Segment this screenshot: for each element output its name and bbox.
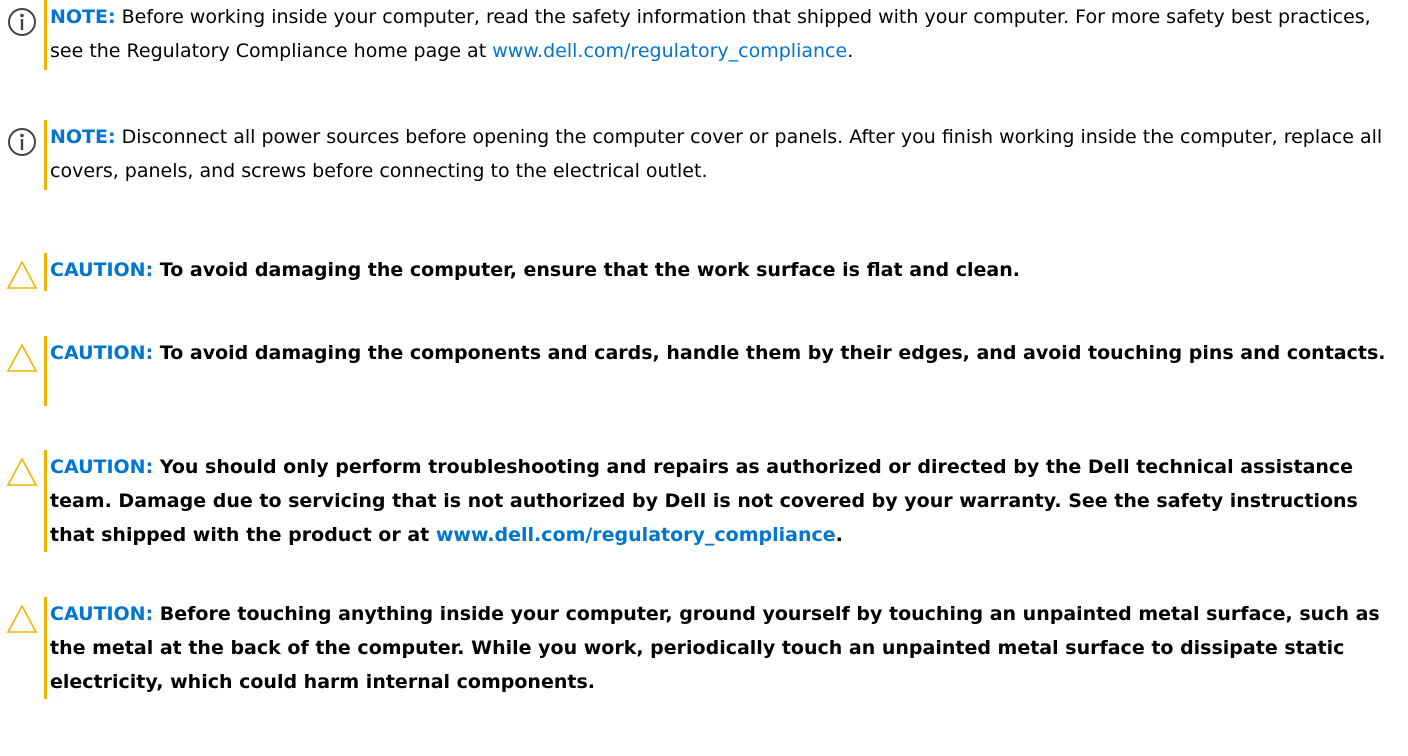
caution-side-bar: [44, 597, 47, 699]
caution-body: To avoid damaging the components and car…: [153, 342, 1386, 364]
caution-text: CAUTION: To avoid damaging the computer,…: [50, 253, 1400, 287]
regulatory-compliance-link[interactable]: www.dell.com/regulatory_compliance: [436, 524, 836, 546]
regulatory-compliance-link[interactable]: www.dell.com/regulatory_compliance: [492, 40, 847, 62]
note-side-bar: [44, 0, 47, 70]
caution-label: CAUTION:: [50, 456, 154, 478]
caution-body: Before touching anything inside your com…: [50, 603, 1380, 693]
warning-triangle-icon: [6, 260, 38, 289]
caution-label: CAUTION:: [50, 603, 154, 625]
caution-side-bar: [44, 450, 47, 552]
caution-label: CAUTION:: [50, 259, 154, 281]
info-icon: [8, 128, 36, 156]
note-body: Disconnect all power sources before open…: [50, 126, 1383, 182]
note-body-end: .: [847, 40, 854, 62]
note-text: NOTE: Disconnect all power sources befor…: [50, 120, 1400, 188]
warning-triangle-icon: [6, 604, 38, 633]
caution-body: To avoid damaging the computer, ensure t…: [153, 259, 1020, 281]
caution-text: CAUTION: To avoid damaging the component…: [50, 336, 1400, 370]
note-text: NOTE: Before working inside your compute…: [50, 0, 1400, 68]
caution-body-end: .: [835, 524, 843, 546]
caution-side-bar: [44, 253, 47, 291]
caution-label: CAUTION:: [50, 342, 154, 364]
caution-side-bar: [44, 336, 47, 406]
caution-text: CAUTION: Before touching anything inside…: [50, 597, 1400, 699]
note-side-bar: [44, 120, 47, 190]
caution-text: CAUTION: You should only perform trouble…: [50, 450, 1400, 552]
warning-triangle-icon: [6, 343, 38, 372]
info-icon: [8, 8, 36, 36]
note-label: NOTE:: [50, 6, 116, 28]
warning-triangle-icon: [6, 457, 38, 486]
note-label: NOTE:: [50, 126, 116, 148]
